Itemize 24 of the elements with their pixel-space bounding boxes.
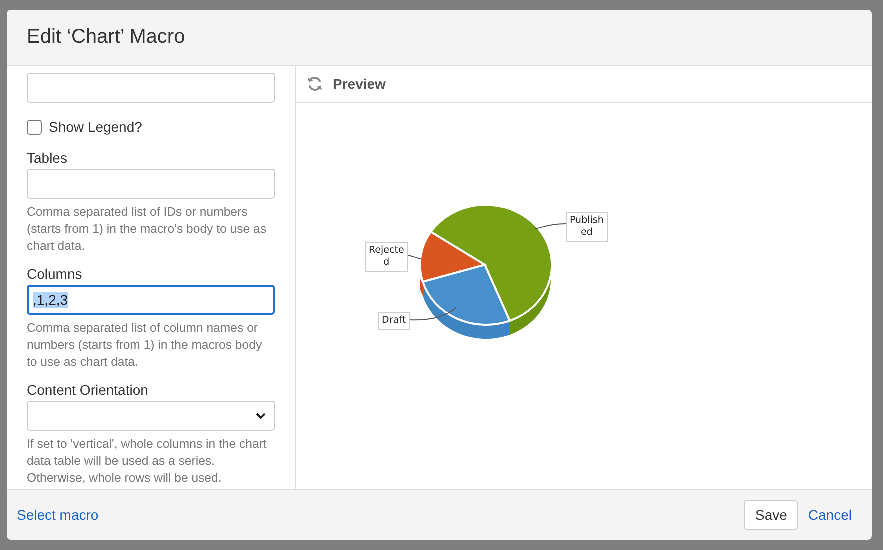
help-text: If set to 'vertical', whole columns in the chart data table will be used as a series. Otherwise, whole rows will be used. <box>27 436 268 487</box>
chevron-down-icon <box>256 412 266 420</box>
dialog-title: Edit ‘Chart’ Macro <box>27 26 186 49</box>
leader-line <box>534 224 566 230</box>
dropdown-field[interactable] <box>27 401 275 431</box>
save-button[interactable]: Save <box>744 500 798 530</box>
preview-title: Preview <box>333 76 386 92</box>
input-field[interactable] <box>27 73 275 103</box>
checkbox-label: Show Legend? <box>49 119 142 135</box>
refresh-icon[interactable] <box>306 75 324 93</box>
select-macro-link[interactable]: Select macro <box>17 507 99 523</box>
input-field[interactable] <box>27 169 275 199</box>
help-text: Comma separated list of IDs or numbers (starts from 1) in the macro's body to use as chart data. <box>27 204 268 255</box>
leader-line <box>408 308 456 321</box>
field-label: Content Orientation <box>27 382 150 398</box>
field-label: Tables <box>27 150 68 166</box>
checkbox[interactable] <box>27 120 42 134</box>
cancel-link[interactable]: Cancel <box>808 507 852 523</box>
chart-label: Draft <box>378 312 410 330</box>
chart-label: Rejecte d <box>365 242 408 272</box>
field-label: Columns <box>27 266 84 282</box>
help-text: Comma separated list of column names or numbers (starts from 1) in the macros body to use as chart data. <box>27 320 264 371</box>
input-field[interactable]: ,1,2,3 <box>27 285 275 315</box>
chart-label: Publish ed <box>566 212 608 242</box>
